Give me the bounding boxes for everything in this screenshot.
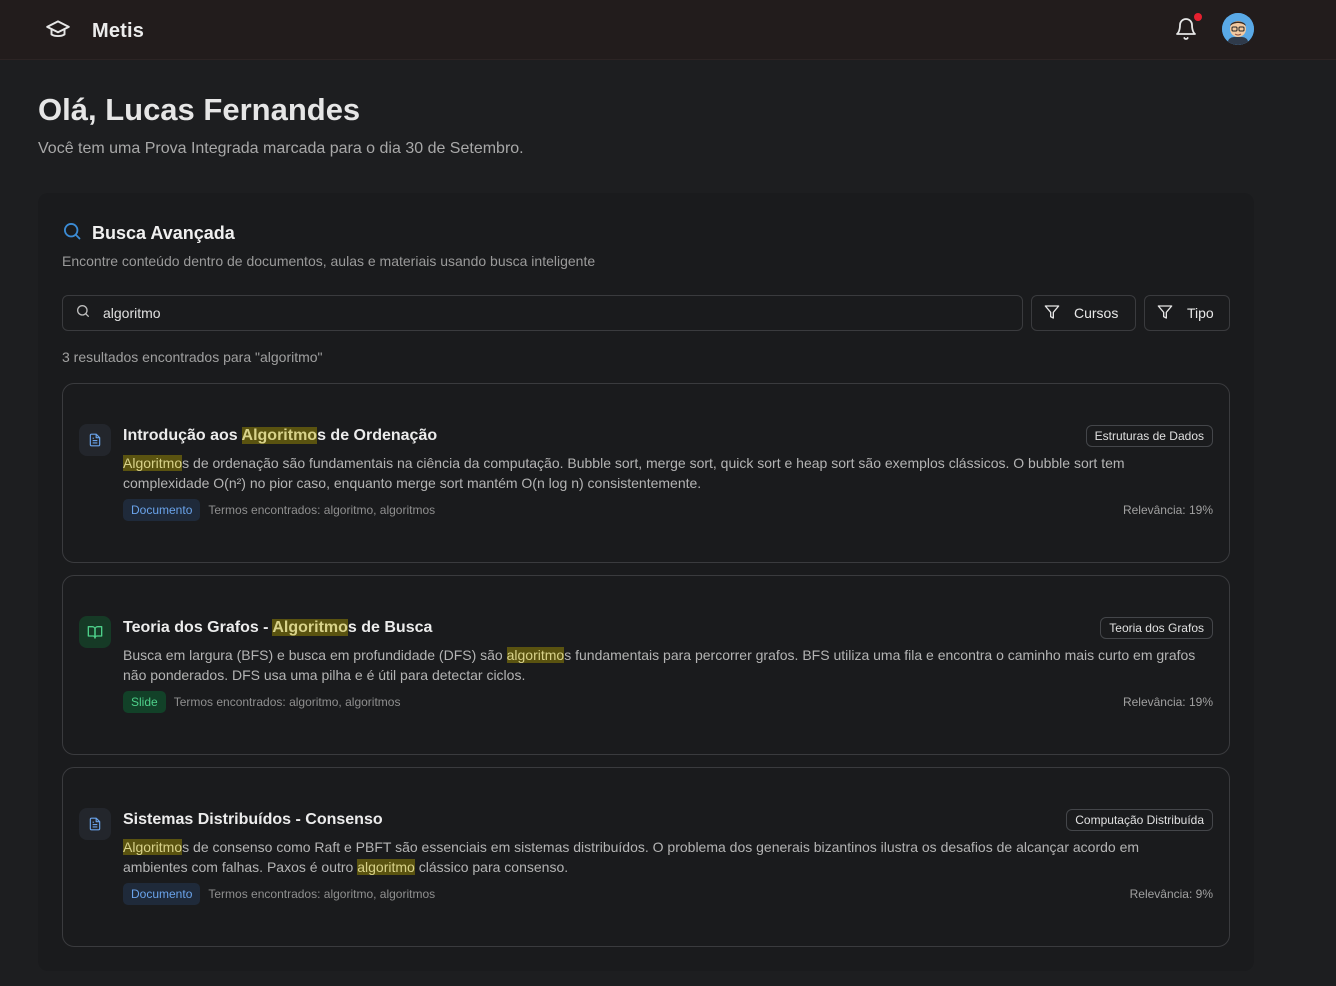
type-filter-label: Tipo [1187,305,1214,321]
app-name: Metis [92,20,145,42]
relevance-score: Relevância: 9% [1129,887,1213,901]
course-tag: Computação Distribuída [1066,809,1213,831]
result-snippet: Algoritmos de ordenação são fundamentais… [123,455,1125,491]
course-tag: Teoria dos Grafos [1100,617,1213,639]
result-meta: Documento Termos encontrados: algoritmo,… [123,883,435,905]
filter-icon [1044,304,1060,323]
result-card[interactable]: Sistemas Distribuídos - Consenso Computa… [62,767,1230,947]
page-title: Olá, Lucas Fernandes [38,92,361,127]
result-card[interactable]: Teoria dos Grafos - Algoritmos de Busca … [62,575,1230,755]
avatar[interactable] [1222,13,1254,45]
type-badge: Slide [123,691,166,713]
notification-dot [1194,13,1202,21]
advanced-search-panel: Busca Avançada Encontre conteúdo dentro … [38,193,1254,971]
relevance-score: Relevância: 19% [1122,695,1213,709]
result-title[interactable]: Introdução aos Algoritmos de Ordenação [123,427,437,445]
panel-title: Busca Avançada [92,223,235,243]
panel-description: Encontre conteúdo dentro de documentos, … [62,253,596,269]
result-snippet: Busca em largura (BFS) e busca em profun… [123,647,1196,683]
brand[interactable]: Metis [44,16,144,47]
result-title[interactable]: Teoria dos Grafos - Algoritmos de Busca [123,619,432,637]
result-title[interactable]: Sistemas Distribuídos - Consenso [123,811,383,829]
book-icon [79,616,111,648]
result-meta: Documento Termos encontrados: algoritmo,… [123,499,435,521]
matched-terms: Termos encontrados: algoritmo, algoritmo… [208,887,436,901]
graduation-cap-icon [44,16,72,47]
search-field[interactable] [62,295,1023,331]
result-meta: Slide Termos encontrados: algoritmo, alg… [123,691,400,713]
page-subtitle: Você tem uma Prova Integrada marcada par… [38,140,524,157]
matched-terms: Termos encontrados: algoritmo, algoritmo… [173,695,401,709]
result-snippet: Algoritmos de consenso como Raft e PBFT … [123,839,1140,875]
filter-icon [1157,304,1173,323]
courses-filter-button[interactable]: Cursos [1031,295,1136,331]
document-icon [79,424,111,456]
results-count: 3 resultados encontrados para "algoritmo… [62,349,323,365]
bell-icon [1174,18,1198,46]
type-badge: Documento [123,883,201,905]
type-filter-button[interactable]: Tipo [1144,295,1230,331]
relevance-score: Relevância: 19% [1122,503,1213,517]
top-bar: Metis [0,0,1336,60]
matched-terms: Termos encontrados: algoritmo, algoritmo… [208,503,436,517]
search-input-icon [75,303,91,324]
type-badge: Documento [123,499,201,521]
result-card[interactable]: Introdução aos Algoritmos de Ordenação E… [62,383,1230,563]
course-tag: Estruturas de Dados [1085,425,1213,447]
search-icon [62,221,82,246]
search-input[interactable] [103,305,983,321]
panel-header: Busca Avançada [62,221,235,246]
document-icon [79,808,111,840]
courses-filter-label: Cursos [1074,305,1119,321]
